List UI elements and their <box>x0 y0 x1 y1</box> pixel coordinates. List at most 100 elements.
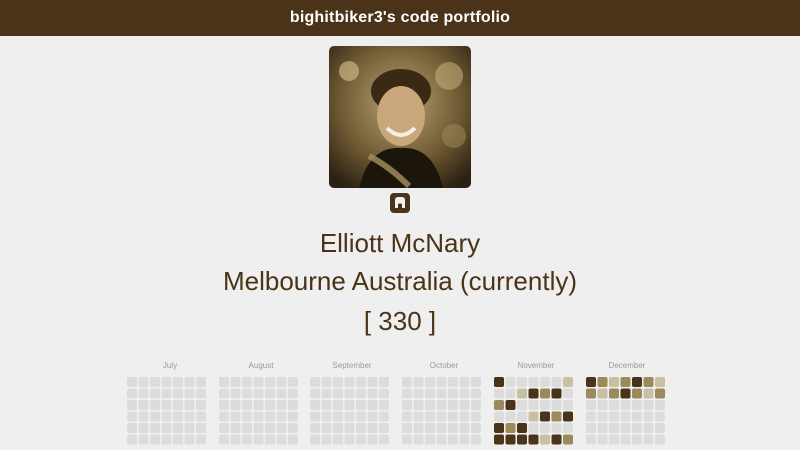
calendar-day[interactable] <box>459 377 470 387</box>
calendar-day[interactable] <box>540 400 550 410</box>
calendar-day[interactable] <box>402 411 412 422</box>
calendar-day[interactable] <box>551 423 562 433</box>
calendar-day[interactable] <box>230 423 241 433</box>
calendar-day[interactable] <box>127 434 137 445</box>
calendar-day[interactable] <box>586 400 596 410</box>
calendar-day[interactable] <box>632 377 642 387</box>
calendar-day[interactable] <box>333 388 343 399</box>
calendar-day[interactable] <box>356 388 366 399</box>
calendar-day[interactable] <box>597 388 608 399</box>
calendar-day[interactable] <box>632 423 642 433</box>
calendar-day[interactable] <box>459 388 470 399</box>
calendar-day[interactable] <box>253 377 264 387</box>
calendar-day[interactable] <box>425 400 435 410</box>
calendar-day[interactable] <box>150 434 160 445</box>
calendar-day[interactable] <box>517 377 527 387</box>
calendar-day[interactable] <box>367 377 378 387</box>
calendar-day[interactable] <box>219 411 229 422</box>
calendar-day[interactable] <box>161 388 172 399</box>
calendar-day[interactable] <box>196 388 206 399</box>
calendar-day[interactable] <box>655 400 665 410</box>
calendar-day[interactable] <box>402 434 412 445</box>
calendar-day[interactable] <box>413 400 424 410</box>
calendar-day[interactable] <box>196 423 206 433</box>
calendar-day[interactable] <box>471 400 481 410</box>
calendar-day[interactable] <box>150 388 160 399</box>
calendar-day[interactable] <box>517 434 527 445</box>
calendar-day[interactable] <box>219 377 229 387</box>
calendar-day[interactable] <box>551 400 562 410</box>
calendar-day[interactable] <box>161 400 172 410</box>
calendar-day[interactable] <box>563 423 573 433</box>
calendar-day[interactable] <box>161 423 172 433</box>
calendar-day[interactable] <box>196 411 206 422</box>
calendar-day[interactable] <box>505 411 516 422</box>
calendar-day[interactable] <box>184 377 195 387</box>
calendar-day[interactable] <box>643 434 654 445</box>
calendar-day[interactable] <box>276 411 287 422</box>
calendar-day[interactable] <box>620 434 631 445</box>
calendar-day[interactable] <box>219 434 229 445</box>
calendar-day[interactable] <box>448 377 458 387</box>
calendar-day[interactable] <box>196 434 206 445</box>
calendar-day[interactable] <box>413 388 424 399</box>
calendar-day[interactable] <box>150 423 160 433</box>
calendar-day[interactable] <box>402 400 412 410</box>
calendar-day[interactable] <box>563 411 573 422</box>
calendar-day[interactable] <box>356 434 366 445</box>
calendar-day[interactable] <box>184 411 195 422</box>
calendar-day[interactable] <box>333 377 343 387</box>
calendar-day[interactable] <box>609 423 619 433</box>
calendar-day[interactable] <box>528 434 539 445</box>
calendar-day[interactable] <box>333 423 343 433</box>
calendar-day[interactable] <box>655 411 665 422</box>
calendar-day[interactable] <box>597 377 608 387</box>
calendar-day[interactable] <box>253 388 264 399</box>
calendar-day[interactable] <box>276 400 287 410</box>
calendar-day[interactable] <box>219 388 229 399</box>
calendar-day[interactable] <box>620 400 631 410</box>
calendar-day[interactable] <box>563 434 573 445</box>
calendar-day[interactable] <box>494 423 504 433</box>
calendar-day[interactable] <box>253 411 264 422</box>
calendar-day[interactable] <box>528 388 539 399</box>
calendar-day[interactable] <box>288 434 298 445</box>
calendar-day[interactable] <box>265 377 275 387</box>
calendar-day[interactable] <box>505 423 516 433</box>
calendar-day[interactable] <box>367 411 378 422</box>
calendar-day[interactable] <box>242 377 252 387</box>
calendar-day[interactable] <box>448 434 458 445</box>
calendar-day[interactable] <box>540 423 550 433</box>
calendar-day[interactable] <box>242 411 252 422</box>
calendar-day[interactable] <box>517 423 527 433</box>
calendar-day[interactable] <box>288 388 298 399</box>
calendar-day[interactable] <box>367 423 378 433</box>
calendar-day[interactable] <box>471 377 481 387</box>
calendar-day[interactable] <box>321 388 332 399</box>
calendar-day[interactable] <box>448 423 458 433</box>
calendar-day[interactable] <box>276 377 287 387</box>
calendar-day[interactable] <box>138 388 149 399</box>
calendar-day[interactable] <box>620 423 631 433</box>
calendar-day[interactable] <box>551 411 562 422</box>
calendar-day[interactable] <box>436 434 447 445</box>
calendar-day[interactable] <box>184 423 195 433</box>
calendar-day[interactable] <box>436 411 447 422</box>
calendar-day[interactable] <box>310 388 320 399</box>
calendar-day[interactable] <box>333 411 343 422</box>
calendar-day[interactable] <box>161 434 172 445</box>
calendar-day[interactable] <box>597 434 608 445</box>
calendar-day[interactable] <box>310 411 320 422</box>
calendar-day[interactable] <box>196 377 206 387</box>
calendar-day[interactable] <box>540 411 550 422</box>
calendar-day[interactable] <box>586 377 596 387</box>
calendar-day[interactable] <box>344 423 355 433</box>
calendar-day[interactable] <box>597 400 608 410</box>
calendar-day[interactable] <box>173 423 183 433</box>
calendar-day[interactable] <box>356 377 366 387</box>
calendar-day[interactable] <box>265 411 275 422</box>
calendar-day[interactable] <box>138 423 149 433</box>
calendar-day[interactable] <box>494 434 504 445</box>
calendar-day[interactable] <box>413 377 424 387</box>
calendar-day[interactable] <box>425 388 435 399</box>
